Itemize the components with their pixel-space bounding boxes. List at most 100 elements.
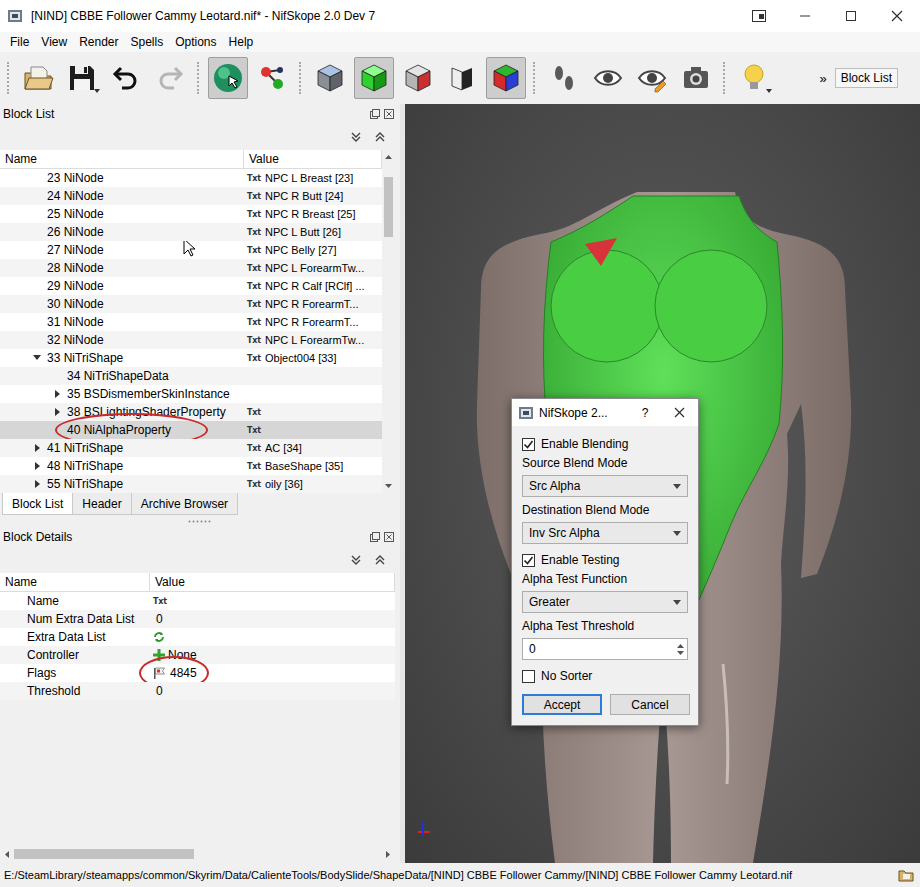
expander-icon[interactable] xyxy=(33,354,41,362)
details-row[interactable]: ControllerNone xyxy=(0,646,395,664)
tree-row[interactable]: 55 NiTriShapeTxtoily [36] xyxy=(0,475,382,493)
tree-row[interactable]: 32 NiNodeTxtNPC L ForearmTw... xyxy=(0,331,382,349)
flag-icon[interactable] xyxy=(153,667,167,679)
scroll-track[interactable] xyxy=(382,164,395,479)
float-icon[interactable] xyxy=(370,532,380,542)
checkbox[interactable] xyxy=(522,554,535,567)
toolbar-button[interactable] xyxy=(354,57,394,99)
tree-row[interactable]: 27 NiNodeTxtNPC Belly [27] xyxy=(0,241,382,259)
field-value[interactable]: 0 xyxy=(150,682,395,700)
toolbar-button[interactable] xyxy=(486,57,526,99)
splitter-grip[interactable] xyxy=(0,515,400,527)
toolbar-button-state[interactable] xyxy=(310,57,350,99)
column-name[interactable]: Name xyxy=(0,573,150,591)
toolbar-button-state[interactable] xyxy=(632,57,672,99)
maximize-button[interactable] xyxy=(828,0,874,32)
details-row[interactable]: Threshold0 xyxy=(0,682,395,700)
details-row[interactable]: Extra Data List xyxy=(0,628,395,646)
toolbar-button[interactable] xyxy=(252,57,292,99)
tree-branch[interactable] xyxy=(50,403,64,421)
close-button[interactable] xyxy=(874,0,920,32)
field-value[interactable]: 0 xyxy=(150,610,395,628)
scroll-left-button[interactable] xyxy=(0,847,14,861)
button-default-state[interactable]: Accept xyxy=(522,694,602,715)
toolbar-button-state[interactable] xyxy=(106,57,146,99)
toolbar-button[interactable] xyxy=(310,57,350,99)
vertical-scrollbar[interactable] xyxy=(382,150,395,493)
dropdown[interactable]: Src Alpha xyxy=(522,475,688,497)
close-dock-icon[interactable] xyxy=(384,532,394,542)
expand-all-icon[interactable] xyxy=(350,554,362,566)
toolbar-button[interactable] xyxy=(106,57,146,99)
toolbar-button[interactable] xyxy=(734,57,774,99)
horizontal-scrollbar[interactable] xyxy=(0,847,395,861)
toolbar-button-state[interactable] xyxy=(544,57,584,99)
dropdown[interactable]: Inv Src Alpha xyxy=(522,522,688,544)
tree-row[interactable]: 38 BSLightingShaderPropertyTxt xyxy=(0,403,382,421)
toolbar-button-state[interactable] xyxy=(588,57,628,99)
toolbar-button[interactable] xyxy=(632,57,672,99)
scroll-up-button[interactable] xyxy=(382,150,395,164)
accept-button[interactable]: Accept xyxy=(522,694,602,715)
details-row[interactable]: Flags4845 xyxy=(0,664,395,682)
field-value[interactable]: Txt xyxy=(150,592,395,610)
toolbar-button-state[interactable] xyxy=(150,57,190,99)
dock-tab-state[interactable]: Block List xyxy=(2,493,72,515)
tree-row[interactable]: 41 NiTriShapeTxtAC [34] xyxy=(0,439,382,457)
toolbar-button[interactable] xyxy=(588,57,628,99)
toolbar-button-state[interactable] xyxy=(734,57,774,99)
details-row[interactable]: Num Extra Data List0 xyxy=(0,610,395,628)
expander-icon[interactable] xyxy=(33,480,41,488)
spin-arrows[interactable] xyxy=(673,644,687,655)
spin-down-icon[interactable] xyxy=(677,651,684,655)
add-icon[interactable] xyxy=(153,649,165,661)
checkbox-row[interactable]: Enable Blending xyxy=(522,434,688,454)
cancel-button[interactable]: Cancel xyxy=(610,694,690,715)
scroll-thumb[interactable] xyxy=(14,849,194,859)
column-value[interactable]: Value xyxy=(150,573,395,591)
menu-item[interactable]: File xyxy=(4,33,35,51)
scroll-right-button[interactable] xyxy=(381,847,395,861)
menu-item[interactable]: Help xyxy=(223,33,260,51)
menu-item[interactable]: Options xyxy=(169,33,222,51)
dock-tab-state[interactable]: Archive Browser xyxy=(131,493,237,515)
pin-button[interactable] xyxy=(736,0,782,32)
float-icon[interactable] xyxy=(370,109,380,119)
checkbox-row[interactable]: No Sorter xyxy=(522,666,688,686)
tree-row[interactable]: 33 NiTriShapeTxtObject004 [33] xyxy=(0,349,382,367)
field-value[interactable]: None xyxy=(150,646,395,664)
column-name[interactable]: Name xyxy=(0,150,244,168)
refresh-icon[interactable] xyxy=(153,631,165,643)
details-row[interactable]: NameTxt xyxy=(0,592,395,610)
collapse-all-icon[interactable] xyxy=(374,131,386,143)
tree-row[interactable]: 28 NiNodeTxtNPC L ForearmTw... xyxy=(0,259,382,277)
expander-icon[interactable] xyxy=(53,408,61,416)
tree-row[interactable]: 25 NiNodeTxtNPC R Breast [25] xyxy=(0,205,382,223)
dropdown[interactable]: Greater xyxy=(522,591,688,613)
tree-row[interactable]: 23 NiNodeTxtNPC L Breast [23] xyxy=(0,169,382,187)
spin-up-icon[interactable] xyxy=(677,644,684,648)
tree-row[interactable]: 24 NiNodeTxtNPC R Butt [24] xyxy=(0,187,382,205)
tree-branch[interactable] xyxy=(30,349,44,367)
dock-tab-state[interactable]: Header xyxy=(72,493,130,515)
toolbar-button[interactable] xyxy=(442,57,482,99)
expander-icon[interactable] xyxy=(33,444,41,452)
tree-row[interactable]: 29 NiNodeTxtNPC R Calf [RClf] ... xyxy=(0,277,382,295)
collapse-all-icon[interactable] xyxy=(374,554,386,566)
toolbar-button-state[interactable] xyxy=(676,57,716,99)
menu-item[interactable]: Spells xyxy=(125,33,170,51)
toolbar-button[interactable] xyxy=(676,57,716,99)
dock-toggle-button[interactable]: Block List xyxy=(835,68,898,88)
expand-all-icon[interactable] xyxy=(350,131,362,143)
tree-branch[interactable] xyxy=(30,439,44,457)
button-default-state[interactable]: Cancel xyxy=(610,694,690,715)
menu-item[interactable]: View xyxy=(35,33,73,51)
tree-row[interactable]: 30 NiNodeTxtNPC R ForearmT... xyxy=(0,295,382,313)
tree-row[interactable]: 48 NiTriShapeTxtBaseShape [35] xyxy=(0,457,382,475)
tree-row[interactable]: 40 NiAlphaPropertyTxt xyxy=(0,421,382,439)
field-value[interactable]: 4845 xyxy=(150,664,395,682)
tree-row[interactable]: 34 NiTriShapeData xyxy=(0,367,382,385)
toolbar-button-state[interactable] xyxy=(442,57,482,99)
toolbar-button-state[interactable] xyxy=(398,57,438,99)
toolbar-button-state[interactable] xyxy=(252,57,292,99)
